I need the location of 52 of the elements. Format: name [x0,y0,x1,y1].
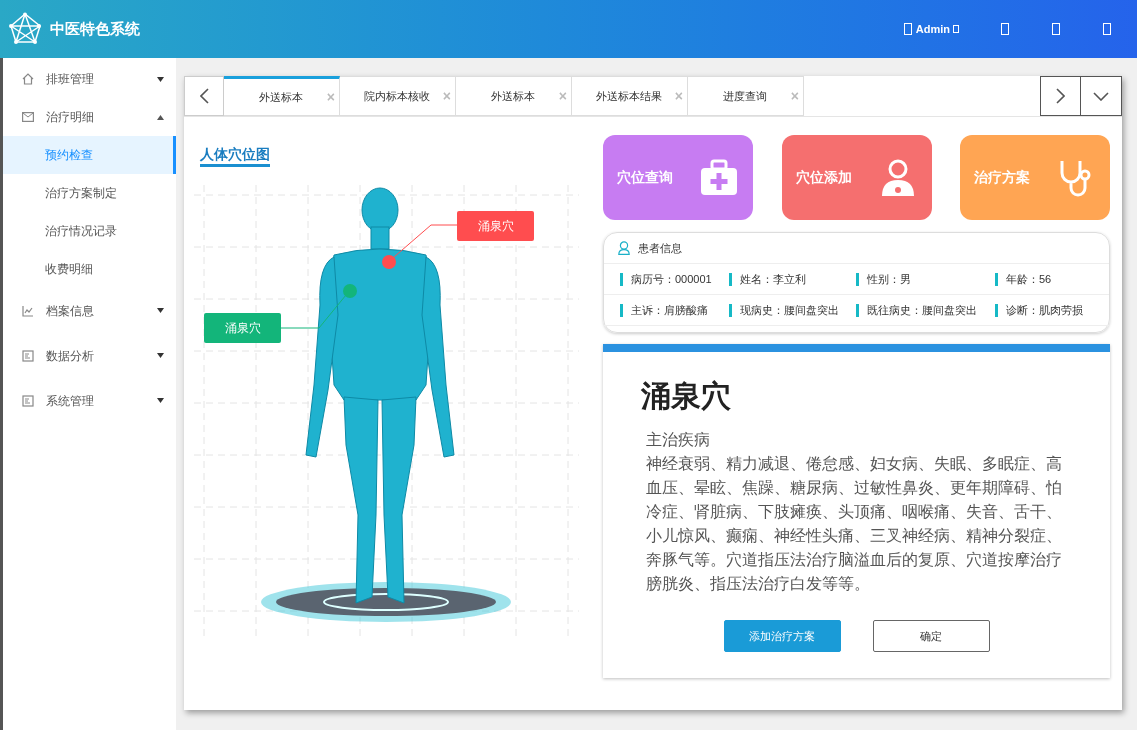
confirm-button[interactable]: 确定 [872,620,990,652]
submenu-item[interactable]: 治疗情况记录 [3,212,176,250]
report-icon [22,394,34,407]
info-field: 主诉：肩膀酸痛 [631,301,708,319]
section-label: 主治疾病 [646,430,711,450]
scroll-left-button[interactable] [184,76,224,116]
menu-item[interactable]: 排班管理 [3,60,176,98]
tab[interactable]: 外送标本 × [224,76,340,116]
card-title: 患者信息 [638,240,682,256]
leader-line [280,294,347,329]
tab[interactable]: 进度查询 × [688,76,804,116]
home-icon [22,73,34,85]
toolbar-icon[interactable] [1001,23,1009,35]
info-field: 病历号：000001 [631,270,712,288]
submenu-item[interactable]: 治疗方案制定 [3,174,176,212]
caret-down-icon [157,397,164,404]
dropdown-button[interactable] [1081,76,1122,116]
section-title: 人体穴位图 [200,144,270,167]
caret-down-icon [157,352,164,359]
scroll-right-button[interactable] [1040,76,1081,116]
medical-kit-icon [699,158,739,197]
tab[interactable]: 外送标本 × [456,76,572,116]
tab[interactable]: 院内标本核收 × [340,76,456,116]
chevron-right-icon [1056,88,1065,104]
app-title: 中医特色系统 [50,18,140,39]
submenu-item[interactable]: 收费明细 [3,250,176,288]
indications-text: 神经衰弱、精力减退、倦怠感、妇女病、失眠、多眠症、高血压、晕眩、焦躁、糖尿病、过敏性鼻炎、更年期障碍、怕冷症、肾脏病、下肢瘫痪、头顶痛、咽喉痛、失音、舌干、小儿惊风、癫痫、神经性头痛、三叉神经病、精神分裂症、奔豚气等。穴道指压法治疗脑溢血后的复原、穴道按摩治疗膀胱炎、指压法治疗白发等等。 [646,454,1063,594]
info-field: 现病史：腰间盘突出 [740,301,839,319]
info-field: 姓名：李立利 [740,270,806,288]
mail-icon [22,112,34,122]
menu-item[interactable]: 治疗明细 [3,98,176,136]
caret-up-icon [157,113,164,121]
chevron-left-icon [199,88,209,104]
network-logo-icon [8,12,42,46]
caret-down-icon [157,75,164,83]
leader-line [393,224,458,258]
chevron-down-icon [1093,91,1109,101]
user-name[interactable]: Admin [915,20,950,38]
info-field: 诊断：肌肉劳损 [1006,301,1083,319]
menu-item[interactable]: 档案信息 [3,288,176,333]
info-field: 既往病史：腰间盘突出 [867,301,977,319]
info-field: 性别：男 [867,270,911,288]
toolbar-icon[interactable] [1103,23,1111,35]
acupoint-title: 涌泉穴 [641,378,732,414]
info-field: 年龄：56 [1006,270,1052,288]
menu-item[interactable]: 数据分析 [3,333,176,378]
report-icon [22,349,34,362]
tab[interactable]: 外送标本结果 × [572,76,688,116]
caret-down-icon [157,307,164,314]
menu-item[interactable]: 系统管理 [3,378,176,423]
line-chart-icon [22,304,34,317]
toolbar-icon[interactable] [1052,23,1060,35]
